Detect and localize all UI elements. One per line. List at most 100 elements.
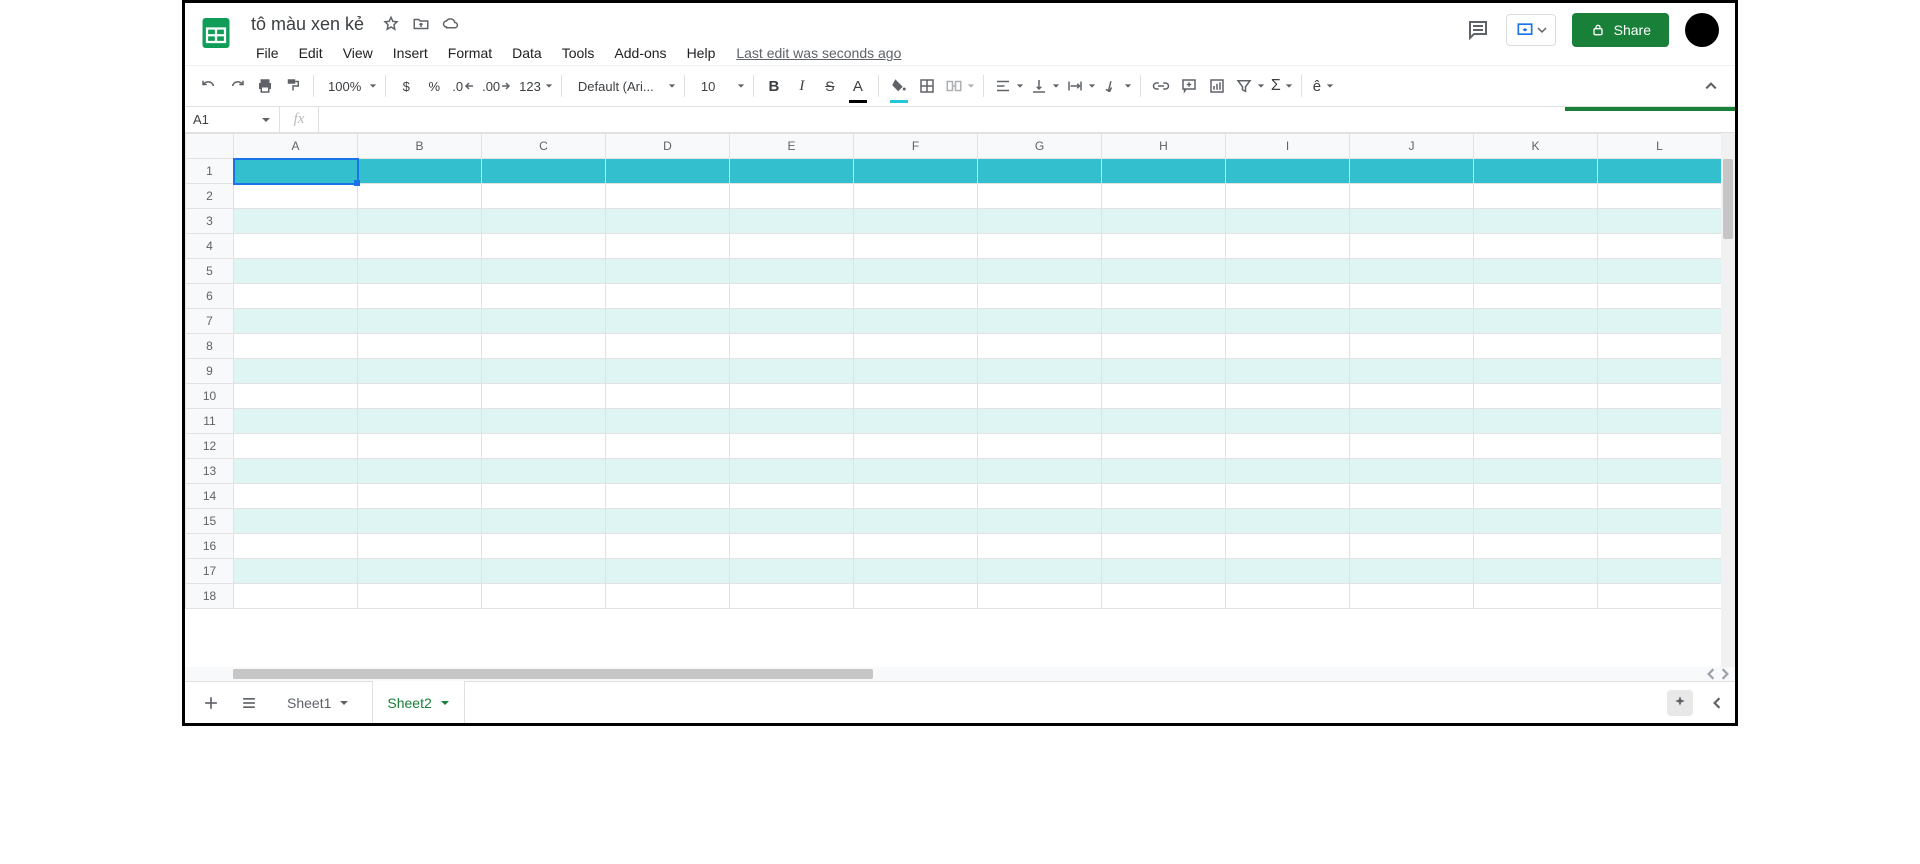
cell[interactable] [1226,259,1350,284]
row-header[interactable]: 13 [186,459,234,484]
cell[interactable] [1226,209,1350,234]
menu-edit[interactable]: Edit [290,41,332,65]
cell[interactable] [730,234,854,259]
cell[interactable] [1102,309,1226,334]
cell[interactable] [606,234,730,259]
add-sheet-button[interactable] [197,689,225,717]
functions-dropdown[interactable]: Σ [1267,72,1295,100]
cell[interactable] [1226,459,1350,484]
column-header[interactable]: C [482,134,606,159]
cell[interactable] [1226,534,1350,559]
cell[interactable] [606,384,730,409]
cell[interactable] [1474,234,1598,259]
row-header[interactable]: 5 [186,259,234,284]
strikethrough-button[interactable]: S [816,72,844,100]
cell[interactable] [1598,284,1722,309]
cell[interactable] [1102,584,1226,609]
horizontal-scrollbar[interactable] [185,667,1735,681]
cell[interactable] [1474,534,1598,559]
font-dropdown[interactable]: Default (Ari... [568,72,678,100]
cell[interactable] [234,209,358,234]
cell[interactable] [606,459,730,484]
cell[interactable] [1598,384,1722,409]
cell[interactable] [854,584,978,609]
cell[interactable] [1598,359,1722,384]
cell[interactable] [730,334,854,359]
cell[interactable] [978,284,1102,309]
column-header[interactable]: K [1474,134,1598,159]
input-tools-dropdown[interactable]: ê [1308,72,1336,100]
cell[interactable] [1598,559,1722,584]
row-header[interactable]: 6 [186,284,234,309]
cell[interactable] [978,434,1102,459]
cell[interactable] [1598,184,1722,209]
cell[interactable] [1350,534,1474,559]
cell[interactable] [1350,334,1474,359]
cell[interactable] [1598,259,1722,284]
cell[interactable] [1226,159,1350,184]
tab-sheet1[interactable]: Sheet1 [273,682,363,723]
row-header[interactable]: 17 [186,559,234,584]
cell[interactable] [482,409,606,434]
cell[interactable] [1474,434,1598,459]
cell[interactable] [482,584,606,609]
cell[interactable] [234,484,358,509]
cell[interactable] [730,459,854,484]
cell[interactable] [978,409,1102,434]
cell[interactable] [606,584,730,609]
cell[interactable] [854,359,978,384]
cell[interactable] [1350,209,1474,234]
paint-format-icon[interactable] [279,72,307,100]
select-all-corner[interactable] [186,134,234,159]
row-header[interactable]: 12 [186,434,234,459]
row-header[interactable]: 10 [186,384,234,409]
cell[interactable] [358,409,482,434]
cell[interactable] [1226,434,1350,459]
cell[interactable] [1474,284,1598,309]
cell[interactable] [730,359,854,384]
cell[interactable] [1598,334,1722,359]
cell[interactable] [1226,234,1350,259]
row-header[interactable]: 14 [186,484,234,509]
star-icon[interactable] [382,15,400,33]
row-header[interactable]: 7 [186,309,234,334]
sheets-logo[interactable] [197,9,235,57]
cell[interactable] [854,534,978,559]
cell[interactable] [358,559,482,584]
comments-icon[interactable] [1466,18,1490,42]
text-color-button[interactable]: A [844,72,872,100]
menu-addons[interactable]: Add-ons [605,41,675,65]
cell[interactable] [234,384,358,409]
cell[interactable] [854,284,978,309]
name-box[interactable]: A1 [185,107,279,132]
cell[interactable] [730,434,854,459]
cell[interactable] [1102,209,1226,234]
cell[interactable] [978,559,1102,584]
cell[interactable] [854,409,978,434]
cell[interactable] [1598,459,1722,484]
cell[interactable] [1474,584,1598,609]
cell[interactable] [1226,384,1350,409]
cell[interactable] [358,284,482,309]
menu-format[interactable]: Format [439,41,501,65]
cell[interactable] [1102,409,1226,434]
insert-link-button[interactable] [1147,72,1175,100]
cell[interactable] [1350,559,1474,584]
share-button[interactable]: Share [1572,13,1669,47]
cloud-icon[interactable] [442,15,460,33]
formula-bar-input[interactable] [319,107,1735,132]
cell[interactable] [1350,509,1474,534]
cell[interactable] [606,359,730,384]
insert-chart-button[interactable] [1203,72,1231,100]
cell[interactable] [978,484,1102,509]
cell[interactable] [1598,509,1722,534]
cell[interactable] [1226,559,1350,584]
cell[interactable] [730,384,854,409]
column-header[interactable]: G [978,134,1102,159]
cell[interactable] [358,209,482,234]
cell[interactable] [234,434,358,459]
row-header[interactable]: 4 [186,234,234,259]
redo-icon[interactable] [223,72,251,100]
cell[interactable] [1350,184,1474,209]
menu-file[interactable]: File [247,41,288,65]
